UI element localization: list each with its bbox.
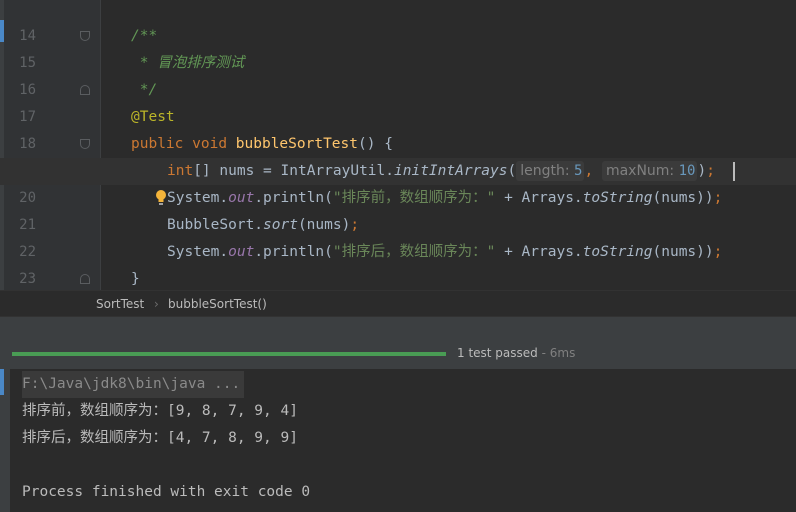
test-progress-bar [12, 352, 446, 356]
code-token: System. [167, 190, 229, 206]
test-status: 1 test passed - 6ms [457, 346, 575, 360]
method-signature: public void bubbleSortTest() { [131, 131, 393, 158]
console-exit-line: Process finished with exit code 0 [22, 484, 311, 500]
code-token: (nums) [297, 217, 351, 233]
code-line[interactable]: 18 @Test [0, 104, 796, 152]
doc-comment: * 冒泡排序测试 [131, 55, 245, 71]
code-line[interactable]: 16 * 冒泡排序测试 [0, 50, 796, 98]
hint-value: 10 [678, 163, 696, 179]
breadcrumb-separator: › [154, 297, 159, 311]
string-literal: "排序后，数组顺序为：" [332, 244, 496, 260]
param-hint-length: length: 5 [516, 161, 585, 181]
code-line[interactable]: 14 [0, 0, 796, 44]
code-line[interactable]: 17 */ [0, 77, 796, 125]
code-line[interactable]: 23 System.out.println("排序后，数组顺序为：" + Arr… [0, 239, 796, 287]
breadcrumb-class[interactable]: SortTest [96, 297, 144, 311]
annotation: @Test [131, 109, 175, 125]
statement: BubbleSort.sort(nums); [167, 212, 359, 239]
code-line[interactable]: 21 System.out.println("排序前，数组顺序为：" + Arr… [0, 185, 796, 233]
code-line[interactable]: 15 /** [0, 23, 796, 71]
text-caret [733, 162, 735, 181]
code-token: .println( [254, 244, 333, 260]
doc-comment: /** [131, 28, 158, 44]
breadcrumb: SortTest › bubbleSortTest() [0, 290, 796, 317]
statement: int[] nums = IntArrayUtil.initIntArrays(… [167, 158, 715, 185]
code-line-current[interactable]: 20 int[] nums = IntArrayUtil.initIntArra… [0, 158, 796, 206]
fold-marker-icon[interactable] [80, 274, 90, 284]
code-token: (nums)) [652, 190, 714, 206]
static-call: initIntArrays [394, 163, 508, 179]
code-line[interactable]: 24 } [0, 266, 796, 314]
console-left-strip [0, 369, 10, 512]
type-int: int [167, 163, 194, 179]
code-token: System. [167, 244, 229, 260]
code-token: .println( [254, 190, 333, 206]
test-progress-fill [12, 352, 446, 356]
console-output[interactable]: F:\Java\jdk8\bin\java ... 排序前，数组顺序为：[9, … [0, 369, 796, 512]
semicolon: ; [713, 244, 723, 260]
statement: System.out.println("排序后，数组顺序为：" + Arrays… [167, 239, 722, 266]
test-results-bar: 1 test passed - 6ms [0, 339, 796, 369]
semicolon: ; [350, 217, 360, 233]
hint-label: length: [520, 163, 570, 179]
static-field: out [228, 244, 255, 260]
param-hint-maxnum: maxNum: 10 [601, 161, 698, 181]
static-call: sort [263, 217, 298, 233]
comma: , [584, 163, 594, 179]
code-line[interactable]: 19 public void bubbleSortTest() { [0, 131, 796, 181]
static-call: toString [582, 190, 653, 206]
fold-marker-icon[interactable] [80, 31, 90, 41]
paren-open: ( [507, 163, 517, 179]
string-literal: "排序前，数组顺序为：" [332, 190, 496, 206]
declaration: [] nums = IntArrayUtil. [193, 163, 394, 179]
closing-brace: } [131, 271, 140, 287]
code-line[interactable]: 22 BubbleSort.sort(nums); [0, 212, 796, 260]
fold-marker-icon[interactable] [80, 85, 90, 95]
test-status-text: 1 test passed [457, 346, 538, 360]
hint-label: maxNum: [605, 163, 675, 179]
fold-marker-icon[interactable] [80, 139, 90, 149]
console-line: 排序后，数组顺序为：[4, 7, 8, 9, 9] [22, 430, 298, 446]
console-command-line[interactable]: F:\Java\jdk8\bin\java ... [22, 371, 245, 398]
code-token: + Arrays. [495, 190, 583, 206]
static-call: toString [582, 244, 653, 260]
statement: System.out.println("排序前，数组顺序为：" + Arrays… [167, 185, 722, 212]
code-token: + Arrays. [495, 244, 583, 260]
code-token: BubbleSort. [167, 217, 264, 233]
breadcrumb-method[interactable]: bubbleSortTest() [168, 297, 267, 311]
doc-comment: */ [131, 82, 158, 98]
code-editor[interactable]: 14 15 /** 16 * 冒泡排序测试 17 */ 18 @Test 19 … [0, 0, 796, 314]
test-duration: - 6ms [537, 346, 576, 360]
code-token: (nums)) [652, 244, 714, 260]
semicolon: ; [713, 190, 723, 206]
console-marker [0, 369, 4, 395]
hint-value: 5 [574, 163, 583, 179]
semicolon: ; [706, 163, 715, 179]
panel-splitter[interactable] [0, 316, 796, 340]
method-name: bubbleSortTest [235, 136, 358, 152]
static-field: out [228, 190, 255, 206]
keyword-public: public [131, 136, 184, 152]
console-line: 排序前，数组顺序为：[9, 8, 7, 9, 4] [22, 403, 298, 419]
signature-rest: () { [358, 136, 393, 152]
keyword-void: void [192, 136, 228, 152]
paren-close: ) [697, 163, 707, 179]
